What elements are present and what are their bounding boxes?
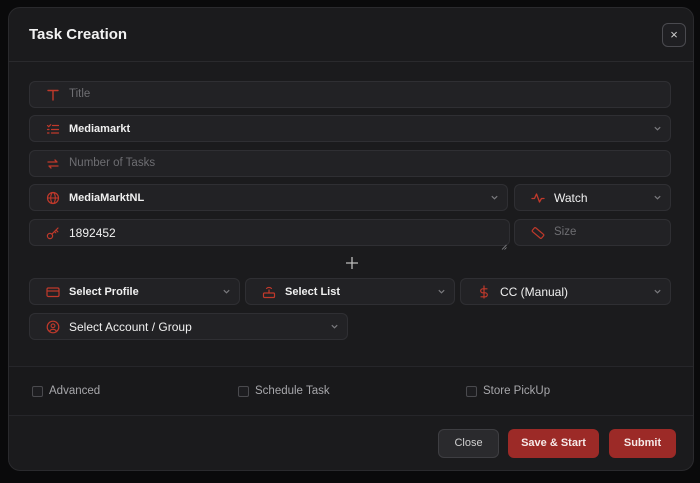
repeat-icon (46, 157, 60, 171)
modal-title: Task Creation (29, 26, 128, 43)
list-value: Select List (285, 286, 341, 298)
size-input[interactable]: Size (514, 219, 671, 246)
text-icon (46, 88, 60, 102)
chevron-down-icon (653, 124, 662, 133)
size-placeholder: Size (554, 226, 577, 238)
store-select[interactable]: Mediamarkt (29, 115, 671, 142)
title-input[interactable]: Title (29, 81, 671, 108)
close-icon[interactable]: × (662, 23, 686, 47)
region-value: MediaMarktNL (69, 192, 145, 204)
submit-button[interactable]: Submit (609, 429, 676, 458)
store-value: Mediamarkt (69, 123, 131, 135)
add-icon[interactable] (345, 256, 359, 270)
region-select[interactable]: MediaMarktNL (29, 184, 508, 211)
account-group-select[interactable]: Select Account / Group (29, 313, 348, 340)
save-and-start-button[interactable]: Save & Start (508, 429, 599, 458)
schedule-task-label: Schedule Task (255, 385, 330, 397)
dollar-icon (477, 285, 491, 299)
title-placeholder: Title (69, 88, 91, 100)
product-value: 1892452 (69, 226, 116, 240)
resize-handle-icon[interactable] (501, 237, 507, 250)
list-icon (46, 122, 60, 136)
store-pickup-label: Store PickUp (483, 385, 551, 397)
product-textarea[interactable]: 1892452 (29, 219, 510, 250)
profile-value: Select Profile (69, 286, 139, 298)
checkbox-box[interactable] (466, 386, 477, 397)
chevron-down-icon (653, 287, 662, 296)
task-creation-modal: Task Creation × Title Mediamarkt Number … (8, 7, 694, 471)
payment-select[interactable]: CC (Manual) (460, 278, 671, 305)
modal-header: Task Creation × (9, 8, 693, 62)
close-button[interactable]: Close (438, 429, 499, 458)
chevron-down-icon (330, 322, 339, 331)
chevron-down-icon (437, 287, 446, 296)
chevron-down-icon (222, 287, 231, 296)
mode-value: Watch (554, 191, 588, 205)
key-icon (46, 226, 60, 240)
number-of-tasks-input[interactable]: Number of Tasks (29, 150, 671, 177)
checkbox-box[interactable] (32, 386, 43, 397)
user-circle-icon (46, 320, 60, 334)
tasks-placeholder: Number of Tasks (69, 157, 156, 169)
ruler-icon (531, 226, 545, 240)
router-icon (262, 285, 276, 299)
checkbox-box[interactable] (238, 386, 249, 397)
account-value: Select Account / Group (69, 320, 192, 334)
options-bar: Advanced Schedule Task Store PickUp (9, 366, 693, 416)
list-select[interactable]: Select List (245, 278, 455, 305)
advanced-label: Advanced (49, 385, 101, 397)
credit-card-icon (46, 285, 60, 299)
mode-select[interactable]: Watch (514, 184, 671, 211)
chevron-down-icon (490, 193, 499, 202)
globe-icon (46, 191, 60, 205)
chevron-down-icon (653, 193, 662, 202)
payment-value: CC (Manual) (500, 285, 569, 299)
profile-select[interactable]: Select Profile (29, 278, 240, 305)
activity-icon (531, 191, 545, 205)
